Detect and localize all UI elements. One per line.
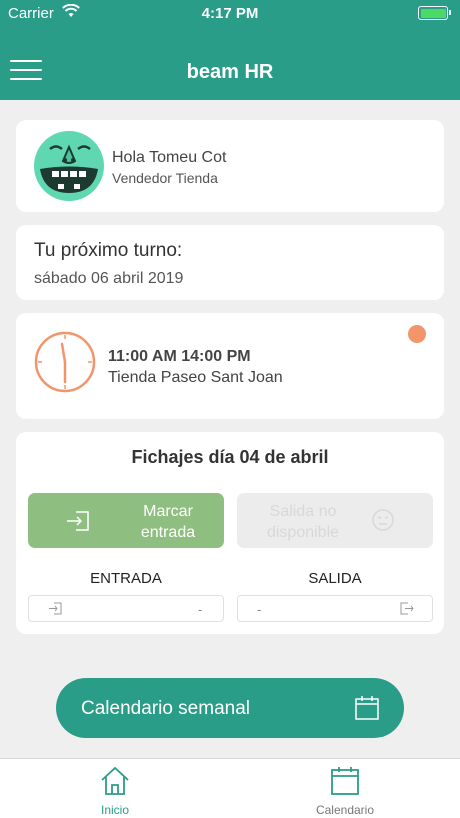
salida-value: -: [257, 602, 262, 617]
tab-inicio-label: Inicio: [100, 803, 129, 817]
user-card: Hola Tomeu Cot Vendedor Tienda: [16, 120, 444, 212]
login-icon: [49, 602, 62, 615]
next-shift-card: Tu próximo turno: sábado 06 abril 2019: [16, 225, 444, 300]
entrada-label: ENTRADA: [90, 570, 162, 587]
fichajes-card: Fichajes día 04 de abril Marcar entrada …: [16, 432, 444, 634]
tab-bar: Inicio Calendario: [0, 758, 460, 818]
shift-slot-card[interactable]: 11:00 AM 14:00 PM Tienda Paseo Sant Joan: [16, 313, 444, 419]
sad-face-icon: [372, 509, 394, 531]
salida-label: SALIDA: [308, 570, 362, 587]
clock-time: 4:17 PM: [201, 5, 259, 22]
next-shift-title: Tu próximo turno:: [34, 240, 183, 261]
entrada-value: -: [198, 602, 203, 617]
battery-icon: [418, 6, 451, 20]
weekly-calendar-label: Calendario semanal: [81, 698, 250, 719]
calendar-icon: [331, 767, 359, 795]
user-role: Vendedor Tienda: [112, 170, 218, 186]
app-title: beam HR: [186, 61, 274, 83]
clock-icon: [34, 331, 96, 393]
check-out-label: Salida no disponible: [266, 503, 340, 541]
status-dot: [408, 325, 426, 343]
tab-inicio[interactable]: Inicio: [0, 759, 230, 818]
fichajes-title: Fichajes día 04 de abril: [131, 447, 329, 467]
entrada-field: -: [28, 595, 224, 622]
home-icon: [101, 766, 129, 795]
shift-hours: 11:00 AM 14:00 PM: [108, 348, 251, 365]
salida-field: -: [237, 595, 433, 622]
weekly-calendar-button[interactable]: Calendario semanal: [56, 678, 404, 738]
calendar-icon: [355, 696, 379, 720]
tab-calendario-label: Calendario: [315, 803, 375, 817]
login-icon: [67, 511, 89, 531]
app-header: beam HR: [0, 28, 460, 100]
tab-calendario[interactable]: Calendario: [230, 759, 460, 818]
check-in-button[interactable]: Marcar entrada: [28, 493, 224, 548]
status-bar: Carrier 4:17 PM: [0, 0, 460, 28]
avatar: [34, 131, 104, 201]
check-in-label: Marcar entrada: [140, 503, 196, 541]
shift-location: Tienda Paseo Sant Joan: [108, 369, 283, 386]
check-out-button: Salida no disponible: [237, 493, 433, 548]
user-greeting: Hola Tomeu Cot: [112, 149, 227, 166]
next-shift-date: sábado 06 abril 2019: [34, 270, 184, 287]
logout-icon: [400, 602, 414, 615]
